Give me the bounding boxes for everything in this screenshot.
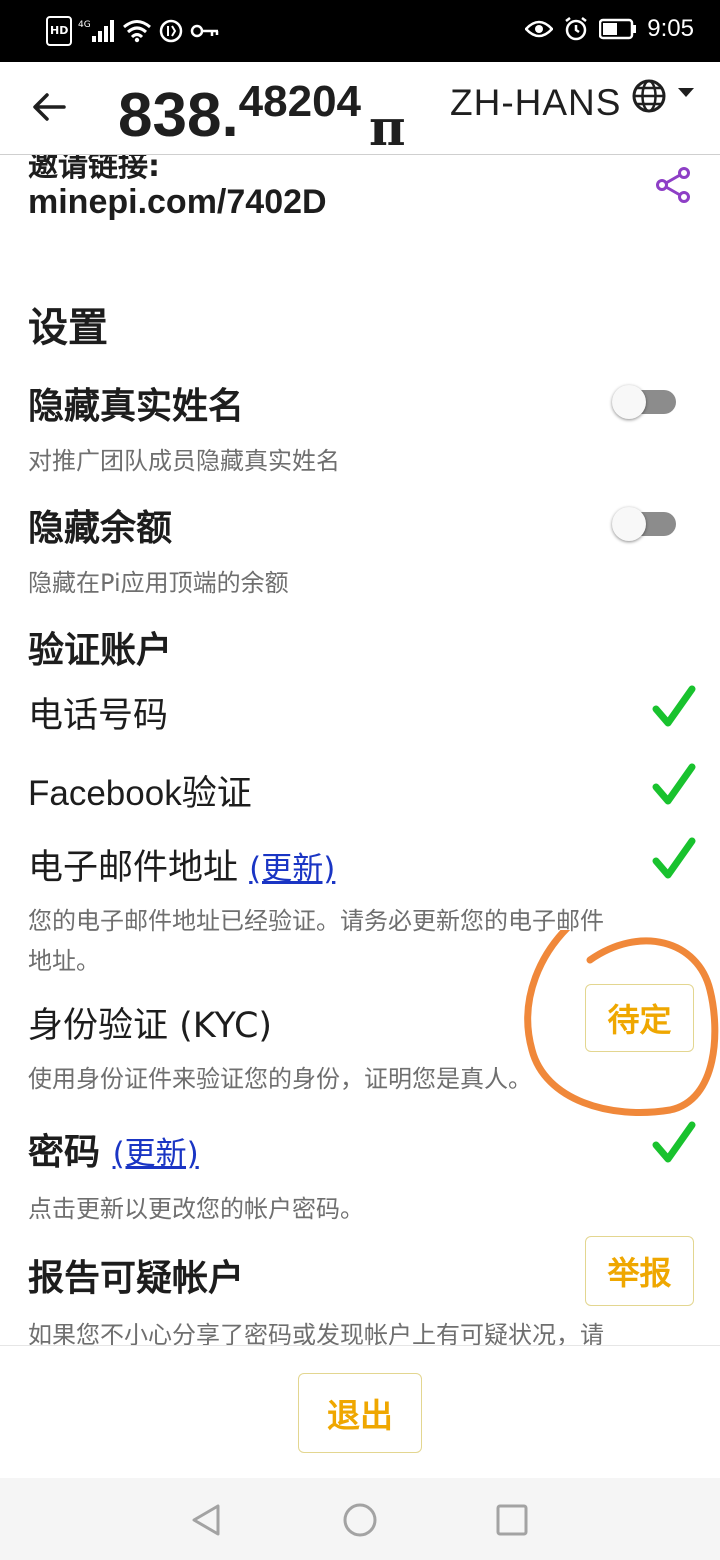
hide-balance-title: 隐藏余额 bbox=[28, 508, 173, 549]
share-button[interactable] bbox=[654, 165, 694, 205]
balance-decimal: 48204 bbox=[238, 77, 362, 126]
phone-verified-check-icon bbox=[652, 685, 696, 727]
eye-icon bbox=[525, 14, 554, 44]
facebook-verified-check-icon bbox=[652, 763, 696, 805]
kyc-label: 身份验证 (KYC) bbox=[28, 1006, 273, 1046]
email-row: 电子邮件地址 (更新) bbox=[28, 839, 335, 890]
status-left-icons: HD 4G bbox=[46, 16, 220, 46]
nav-home-circle-icon bbox=[343, 1503, 377, 1537]
pi-symbol: π bbox=[369, 98, 406, 157]
balance-integer: 838. bbox=[118, 81, 239, 150]
email-description-line1: 您的电子邮件地址已经验证。请务必更新您的电子邮件 bbox=[28, 907, 604, 935]
network-type: 4G bbox=[78, 20, 91, 30]
hide-balance-description: 隐藏在Pi应用顶端的余额 bbox=[28, 569, 289, 597]
nav-recents-button[interactable] bbox=[492, 1500, 532, 1540]
globe-icon bbox=[632, 79, 666, 113]
hd-badge: HD bbox=[46, 16, 73, 46]
facebook-verification-label: Facebook验证 bbox=[28, 774, 252, 813]
share-icon bbox=[656, 167, 690, 203]
nav-recents-square-icon bbox=[496, 1504, 528, 1536]
language-selector[interactable]: ZH-HANS bbox=[450, 79, 695, 124]
nav-back-triangle-icon bbox=[192, 1504, 220, 1536]
battery-icon bbox=[599, 14, 637, 44]
invite-link[interactable]: minepi.com/7402D bbox=[28, 183, 327, 222]
report-button[interactable]: 举报 bbox=[585, 1236, 694, 1306]
language-label: ZH-HANS bbox=[450, 82, 622, 123]
hide-balance-toggle[interactable] bbox=[612, 507, 676, 541]
back-arrow-icon bbox=[33, 93, 66, 121]
hide-name-toggle[interactable] bbox=[612, 385, 676, 419]
profile-content: 邀请链接: minepi.com/7402D 设置 隐藏真实姓名 对推广团队成员… bbox=[0, 155, 720, 1345]
email-verified-check-icon bbox=[652, 837, 696, 879]
system-nav-bar bbox=[0, 1478, 720, 1560]
status-bar: HD 4G 9:05 bbox=[0, 0, 720, 62]
settings-heading: 设置 bbox=[28, 305, 108, 351]
nav-back-button[interactable] bbox=[188, 1500, 228, 1540]
wifi-icon bbox=[122, 16, 152, 46]
verify-account-heading: 验证账户 bbox=[28, 630, 173, 671]
email-description-line2: 地址。 bbox=[28, 947, 100, 975]
logout-button[interactable]: 退出 bbox=[298, 1373, 422, 1453]
password-row: 密码 (更新) bbox=[28, 1123, 199, 1175]
invite-label: 邀请链接: bbox=[28, 155, 160, 184]
kyc-description: 使用身份证件来验证您的身份，证明您是真人。 bbox=[28, 1065, 532, 1093]
hide-name-description: 对推广团队成员隐藏真实姓名 bbox=[28, 447, 340, 475]
nav-home-button[interactable] bbox=[340, 1500, 380, 1540]
signal-icon: 4G bbox=[78, 16, 116, 46]
data-saver-icon bbox=[158, 16, 184, 46]
status-right-icons: 9:05 bbox=[525, 14, 694, 44]
alarm-icon bbox=[563, 14, 589, 44]
status-time: 9:05 bbox=[647, 15, 694, 42]
app-header: 838. 48204 π ZH-HANS bbox=[0, 62, 720, 158]
footer-bar: 退出 bbox=[0, 1345, 720, 1478]
password-description: 点击更新以更改您的帐户密码。 bbox=[28, 1195, 364, 1223]
email-update-link[interactable]: (更新) bbox=[249, 851, 335, 887]
password-verified-check-icon bbox=[652, 1121, 696, 1163]
caret-down-icon bbox=[678, 88, 695, 97]
email-label: 电子邮件地址 bbox=[28, 848, 239, 888]
back-button[interactable] bbox=[28, 86, 70, 128]
report-description: 如果您不小心分享了密码或发现帐户上有可疑状况，请 bbox=[28, 1321, 604, 1345]
phone-number-label: 电话号码 bbox=[28, 696, 169, 736]
pi-balance: 838. 48204 π bbox=[118, 68, 406, 158]
report-account-label: 报告可疑帐户 bbox=[28, 1258, 245, 1299]
password-update-link[interactable]: (更新) bbox=[113, 1136, 199, 1172]
kyc-pending-button[interactable]: 待定 bbox=[585, 984, 694, 1052]
password-label: 密码 bbox=[28, 1132, 101, 1173]
hide-name-title: 隐藏真实姓名 bbox=[28, 386, 245, 427]
key-icon bbox=[190, 16, 220, 46]
